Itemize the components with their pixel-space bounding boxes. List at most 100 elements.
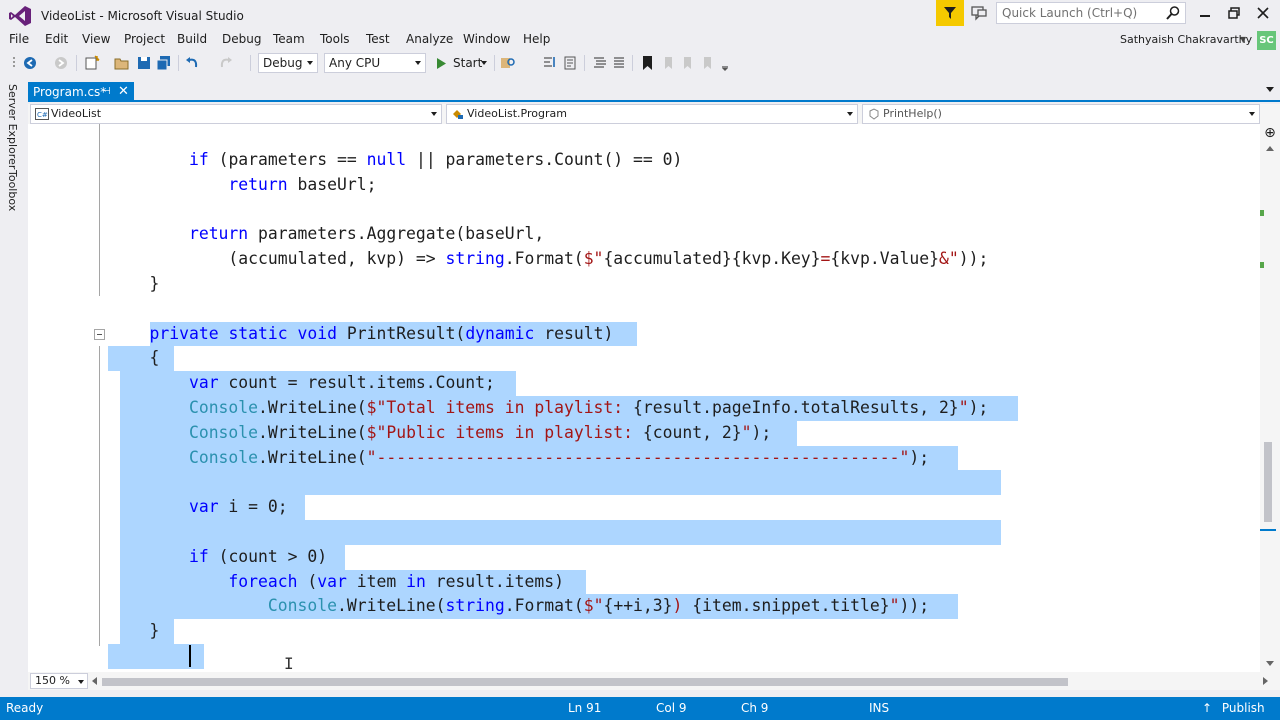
menu-test[interactable]: Test xyxy=(366,32,390,46)
step-over-icon[interactable] xyxy=(562,55,578,71)
menu-view[interactable]: View xyxy=(82,32,110,46)
start-debugging-button[interactable]: Start xyxy=(434,53,494,73)
menu-project[interactable]: Project xyxy=(124,32,165,46)
menu-analyze[interactable]: Analyze xyxy=(406,32,453,46)
save-all-icon[interactable] xyxy=(156,55,172,71)
menu-file[interactable]: File xyxy=(9,32,29,46)
code-token: (count > 0) xyxy=(208,546,328,566)
menu-debug[interactable]: Debug xyxy=(222,32,261,46)
comment-lines-icon[interactable] xyxy=(592,55,608,71)
navigate-back-icon[interactable] xyxy=(22,55,38,71)
menu-tools[interactable]: Tools xyxy=(320,32,350,46)
undo-icon[interactable] xyxy=(184,55,200,71)
code-text: return parameters.Aggregate(baseUrl, xyxy=(110,222,544,247)
code-line[interactable]: { xyxy=(28,346,1260,372)
code-text: if (parameters == null || parameters.Cou… xyxy=(110,148,682,173)
status-line: Ln 91 xyxy=(568,701,602,715)
restore-button[interactable] xyxy=(1223,4,1245,22)
code-line[interactable]: } xyxy=(28,272,1260,297)
code-line[interactable]: Console.WriteLine($"Public items in play… xyxy=(28,420,1260,446)
code-line[interactable]: return baseUrl; xyxy=(28,173,1260,198)
find-in-files-icon[interactable] xyxy=(500,55,516,71)
tab-program-cs[interactable]: Program.cs* ⊣ ✕ xyxy=(28,82,134,102)
chevron-down-icon[interactable] xyxy=(481,61,487,65)
zoom-level-select[interactable]: 150 % xyxy=(30,673,88,689)
user-menu-chevron-icon[interactable]: ▼ xyxy=(1240,35,1246,44)
uncomment-lines-icon[interactable] xyxy=(612,55,628,71)
close-window-button[interactable] xyxy=(1252,4,1274,22)
code-line[interactable]: if (count > 0) xyxy=(28,544,1260,570)
code-line[interactable] xyxy=(28,643,1260,669)
close-icon[interactable]: ✕ xyxy=(118,82,129,102)
code-line[interactable]: Console.WriteLine("---------------------… xyxy=(28,445,1260,471)
code-line[interactable] xyxy=(28,519,1260,545)
code-token: " xyxy=(889,596,900,616)
code-line[interactable]: if (parameters == null || parameters.Cou… xyxy=(28,148,1260,173)
toolbar-overflow-icon[interactable] xyxy=(720,55,730,71)
redo-icon[interactable] xyxy=(218,55,234,71)
menu-edit[interactable]: Edit xyxy=(45,32,68,46)
toolbar-separator xyxy=(494,55,495,71)
code-line[interactable] xyxy=(28,297,1260,322)
save-icon[interactable] xyxy=(136,55,152,71)
code-line[interactable] xyxy=(28,198,1260,223)
code-line[interactable]: (accumulated, kvp) => string.Format($"{a… xyxy=(28,247,1260,272)
toolbox-tab[interactable]: Toolbox xyxy=(6,170,19,211)
class-dropdown[interactable]: VideoList.Program xyxy=(446,104,858,124)
clear-bookmarks-icon[interactable] xyxy=(700,55,716,71)
server-explorer-tab[interactable]: Server Explorer xyxy=(6,84,19,169)
code-line[interactable]: Console.WriteLine($"Total items in playl… xyxy=(28,395,1260,421)
code-editor[interactable]: if (parameters == null || parameters.Cou… xyxy=(28,124,1260,672)
previous-bookmark-icon[interactable] xyxy=(660,55,676,71)
menu-help[interactable]: Help xyxy=(523,32,550,46)
play-icon xyxy=(437,58,446,69)
feedback-icon[interactable] xyxy=(970,4,988,22)
user-name[interactable]: Sathyaish Chakravarthy xyxy=(1120,33,1252,46)
open-file-icon[interactable] xyxy=(114,55,130,71)
code-line[interactable]: Console.WriteLine(string.Format($"{++i,3… xyxy=(28,594,1260,620)
member-dropdown[interactable]: PrintHelp() xyxy=(862,104,1260,124)
next-bookmark-icon[interactable] xyxy=(680,55,696,71)
code-token: in xyxy=(406,571,426,591)
code-line[interactable] xyxy=(28,470,1260,496)
split-editor-icon[interactable]: ⊕ xyxy=(1260,124,1280,142)
code-line[interactable]: } xyxy=(28,619,1260,644)
pin-icon[interactable]: ⊣ xyxy=(102,82,111,102)
quick-launch-input[interactable] xyxy=(997,3,1157,23)
code-line[interactable]: foreach (var item in result.items) xyxy=(28,569,1260,595)
solution-platform-select[interactable]: Any CPU xyxy=(324,53,426,73)
menu-team[interactable]: Team xyxy=(273,32,305,46)
code-line[interactable]: var count = result.items.Count; xyxy=(28,371,1260,396)
tab-overflow-chevron-icon[interactable] xyxy=(1266,87,1274,92)
toolbar-grip-icon[interactable] xyxy=(12,55,18,71)
notifications-flag-icon[interactable] xyxy=(936,0,964,26)
code-line[interactable]: var i = 0; xyxy=(28,495,1260,520)
vertical-scroll-thumb[interactable] xyxy=(1264,442,1272,522)
code-line[interactable]: return parameters.Aggregate(baseUrl, xyxy=(28,222,1260,247)
quick-launch-box[interactable] xyxy=(996,2,1186,24)
avatar[interactable]: SC xyxy=(1257,31,1276,50)
code-line[interactable]: private static void PrintResult(dynamic … xyxy=(28,321,1260,347)
project-dropdown[interactable]: C# VideoList xyxy=(30,104,442,124)
vertical-scrollbar[interactable] xyxy=(1260,142,1280,672)
publish-button[interactable]: ↑ Publish xyxy=(1202,701,1265,715)
horizontal-scroll-thumb[interactable] xyxy=(102,678,1068,686)
class-icon xyxy=(453,110,463,119)
solution-configuration-select[interactable]: Debug xyxy=(258,53,318,73)
horizontal-scrollbar[interactable] xyxy=(92,675,1272,687)
navigate-forward-icon[interactable] xyxy=(53,55,69,71)
code-token: Console xyxy=(188,397,259,417)
step-into-icon[interactable] xyxy=(542,55,558,71)
minimize-button[interactable] xyxy=(1194,4,1216,22)
scroll-up-icon[interactable] xyxy=(1266,146,1274,151)
scroll-left-icon[interactable] xyxy=(92,677,97,685)
search-icon[interactable] xyxy=(1165,5,1181,21)
code-token: dynamic xyxy=(465,323,535,343)
menu-window[interactable]: Window xyxy=(463,32,510,46)
new-project-icon[interactable] xyxy=(84,55,100,71)
scroll-down-icon[interactable] xyxy=(1266,661,1274,666)
bookmark-icon[interactable] xyxy=(640,55,656,71)
scroll-right-icon[interactable] xyxy=(1263,677,1268,685)
menu-build[interactable]: Build xyxy=(177,32,207,46)
